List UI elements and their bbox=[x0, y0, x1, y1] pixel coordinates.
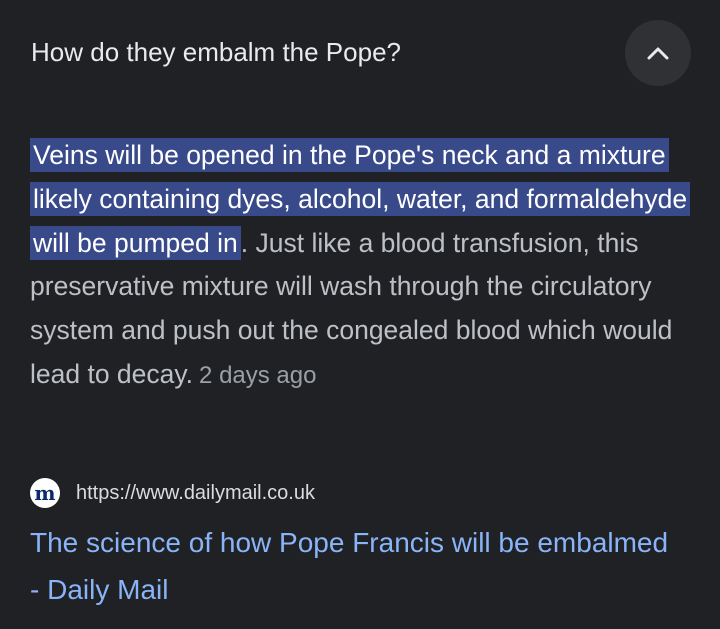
answer-date: 2 days ago bbox=[199, 361, 317, 389]
source-link-title[interactable]: The science of how Pope Francis will be … bbox=[30, 519, 670, 613]
source-url[interactable]: https://www.dailymail.co.uk bbox=[76, 482, 315, 505]
source-row[interactable]: m https://www.dailymail.co.uk bbox=[30, 478, 315, 508]
answer-snippet: Veins will be opened in the Pope's neck … bbox=[30, 134, 692, 398]
question-heading: How do they embalm the Pope? bbox=[31, 37, 401, 67]
collapse-button[interactable] bbox=[625, 20, 691, 86]
chevron-up-icon bbox=[647, 47, 669, 60]
dailymail-favicon-icon: m bbox=[30, 478, 60, 508]
